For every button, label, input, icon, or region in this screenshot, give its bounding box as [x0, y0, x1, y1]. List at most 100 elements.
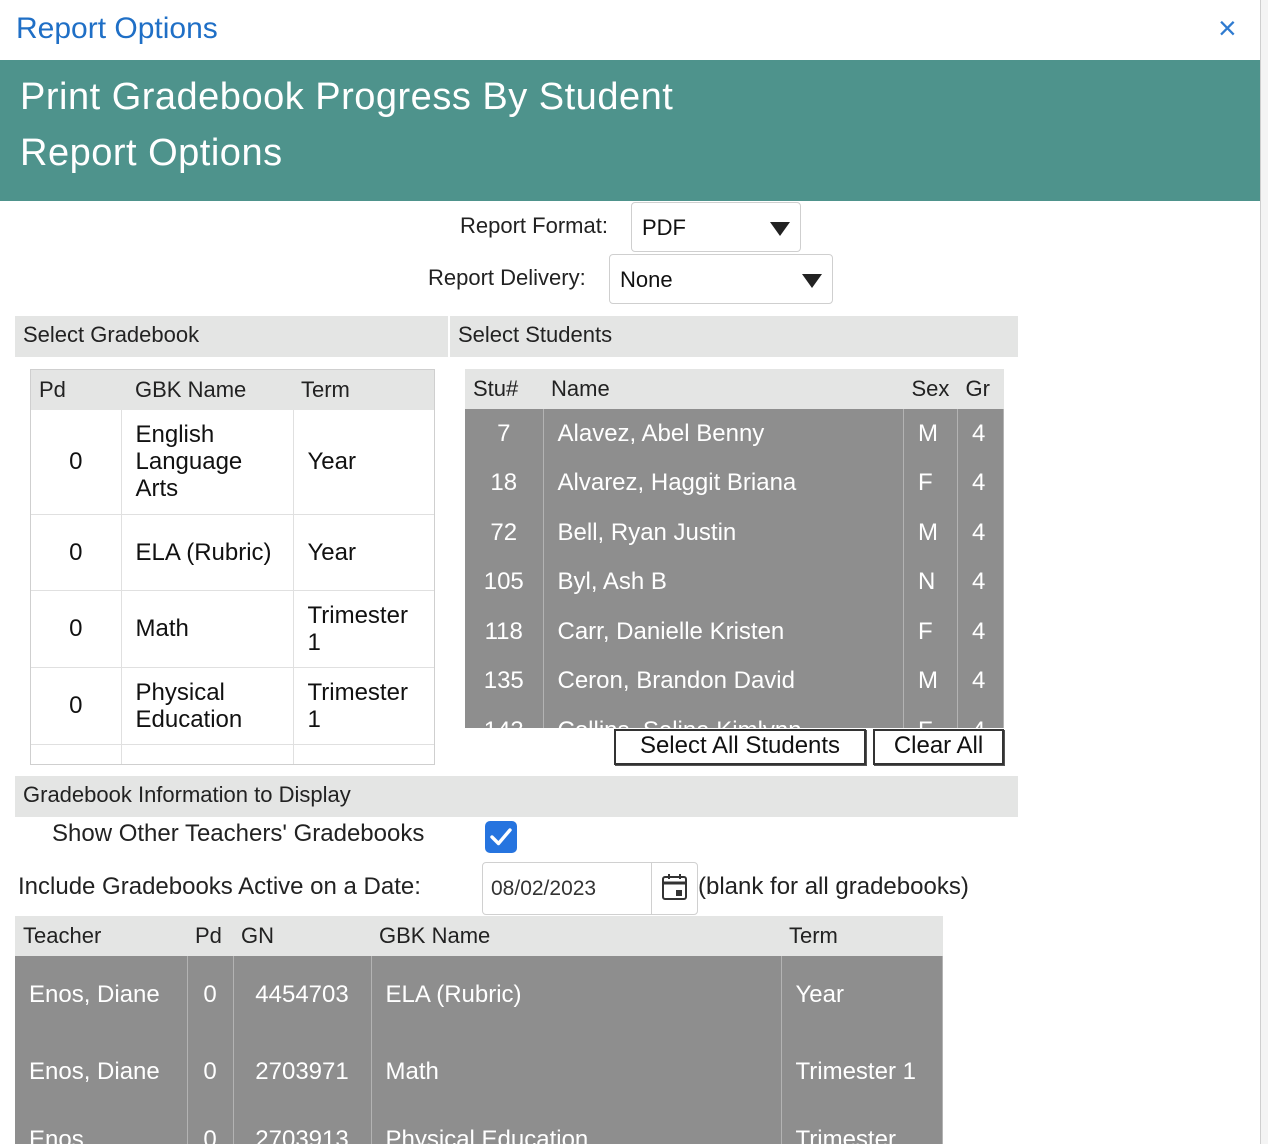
table-row[interactable]: 143 Collins, Selina Kimlynn F 4 [465, 706, 1004, 728]
cell-sex: F [903, 458, 958, 508]
col-term[interactable]: Term [781, 916, 943, 956]
teacher-gradebooks-table: Teacher Pd GN GBK Name Term Enos, Diane … [15, 916, 943, 1144]
close-icon[interactable]: × [1218, 10, 1237, 46]
cell-term: Trimester 1 [781, 1033, 943, 1109]
cell-pd: 0 [31, 667, 122, 745]
banner-title: Print Gradebook Progress By Student [20, 76, 674, 118]
col-gr[interactable]: Gr [957, 369, 1004, 409]
cell-sex: M [903, 409, 958, 459]
cell-gr: 4 [957, 607, 1004, 657]
table-row[interactable]: Enos, Diane 0 2703971 Math Trimester 1 [15, 1033, 943, 1109]
report-format-label: Report Format: [460, 213, 608, 238]
cell-gr: 4 [957, 409, 1004, 459]
background-page-edge [1260, 0, 1268, 1144]
table-row[interactable]: 0 English Language Arts Year [31, 410, 434, 515]
cell-term: Trimester [293, 744, 434, 764]
cell-teacher: Enos, [15, 1109, 188, 1144]
cell-name: Alavez, Abel Benny [543, 409, 904, 459]
cell-pd: 0 [187, 956, 234, 1033]
cell-gbk-name: English Language Arts [121, 410, 294, 515]
active-date-label: Include Gradebooks Active on a Date: [18, 873, 421, 900]
cell-teacher: Enos, Diane [15, 1033, 188, 1109]
calendar-button[interactable] [651, 863, 698, 914]
col-gn[interactable]: GN [233, 916, 371, 956]
report-delivery-select[interactable]: None [609, 254, 833, 304]
students-table: Stu# Name Sex Gr 7 Alavez, Abel Benny M … [465, 369, 1004, 728]
table-row[interactable]: 72 Bell, Ryan Justin M 4 [465, 508, 1004, 558]
report-banner: Print Gradebook Progress By Student Repo… [0, 60, 1260, 201]
cell-pd: 0 [31, 410, 122, 515]
cell-gr: 4 [957, 557, 1004, 607]
teacher-gradebooks-wrap[interactable]: Teacher Pd GN GBK Name Term Enos, Diane … [15, 916, 943, 1144]
show-other-checkbox[interactable] [485, 821, 517, 853]
cell-sex: F [903, 706, 958, 728]
table-row[interactable]: 0 Physical Education Trimester 1 [31, 667, 434, 745]
gradebook-table: Pd GBK Name Term 0 English Language Arts… [31, 370, 434, 764]
col-stu-num[interactable]: Stu# [465, 369, 543, 409]
col-pd[interactable]: Pd [31, 370, 121, 410]
cell-gr: 4 [957, 706, 1004, 728]
cell-teacher: Enos, Diane [15, 956, 188, 1033]
cell-pd: 0 [187, 1033, 234, 1109]
cell-term: Trimester [781, 1109, 943, 1144]
cell-sex: N [903, 557, 958, 607]
table-row[interactable]: 105 Byl, Ash B N 4 [465, 557, 1004, 607]
cell-gr: 4 [957, 508, 1004, 558]
table-row[interactable]: 135 Ceron, Brandon David M 4 [465, 656, 1004, 706]
table-row[interactable]: 118 Carr, Danielle Kristen F 4 [465, 607, 1004, 657]
cell-gr: 4 [957, 458, 1004, 508]
table-row[interactable]: 0 ELA (Rubric) Year [31, 514, 434, 591]
cell-term: Year [293, 410, 434, 515]
col-term[interactable]: Term [293, 370, 434, 410]
table-row[interactable]: Enos, Diane 0 4454703 ELA (Rubric) Year [15, 956, 943, 1033]
report-delivery-value: None [620, 267, 673, 292]
cell-pd: 0 [31, 514, 122, 591]
report-options-dialog: Report Options × Print Gradebook Progres… [0, 0, 1261, 1144]
col-gbk-name[interactable]: GBK Name [121, 370, 293, 410]
cell-gn: 2703913 [233, 1109, 372, 1144]
report-delivery-label: Report Delivery: [428, 265, 586, 290]
table-row[interactable]: Enos, 0 2703913 Physical Education Trime… [15, 1109, 943, 1144]
select-all-students-button[interactable]: Select All Students [614, 729, 866, 765]
students-table-wrap[interactable]: Stu# Name Sex Gr 7 Alavez, Abel Benny M … [465, 369, 1004, 728]
gradebook-info-header: Gradebook Information to Display [15, 776, 1018, 817]
banner-subtitle: Report Options [20, 132, 283, 174]
cell-gr: 4 [957, 656, 1004, 706]
cell-gbk-name: ELA (Rubric) [121, 514, 294, 591]
chevron-down-icon [802, 274, 822, 288]
cell-stu-num: 135 [465, 656, 544, 706]
cell-pd [31, 744, 122, 764]
table-row[interactable]: 0 Math Trimester 1 [31, 590, 434, 668]
cell-sex: M [903, 508, 958, 558]
dialog-title: Report Options [16, 12, 218, 45]
cell-gbk-name: Math [371, 1033, 782, 1109]
active-date-input[interactable]: 08/02/2023 [482, 862, 698, 915]
cell-term: Year [781, 956, 943, 1033]
col-teacher[interactable]: Teacher [15, 916, 187, 956]
active-date-hint: (blank for all gradebooks) [698, 873, 969, 900]
cell-name: Carr, Danielle Kristen [543, 607, 904, 657]
table-row[interactable]: 18 Alvarez, Haggit Briana F 4 [465, 458, 1004, 508]
cell-name: Ceron, Brandon David [543, 656, 904, 706]
report-format-select[interactable]: PDF [631, 202, 801, 252]
cell-gbk-name: Social [121, 744, 294, 764]
gradebook-table-wrap[interactable]: Pd GBK Name Term 0 English Language Arts… [30, 369, 435, 765]
col-name[interactable]: Name [543, 369, 904, 409]
cell-pd: 0 [31, 590, 122, 668]
col-sex[interactable]: Sex [903, 369, 958, 409]
col-gbk-name[interactable]: GBK Name [371, 916, 781, 956]
select-students-header: Select Students [450, 316, 1018, 357]
select-gradebook-header: Select Gradebook [15, 316, 448, 357]
cell-term: Trimester 1 [293, 590, 434, 668]
dialog-titlebar: Report Options × [0, 0, 1260, 61]
cell-stu-num: 7 [465, 409, 544, 459]
checkmark-icon [490, 828, 512, 846]
table-row[interactable]: 7 Alavez, Abel Benny M 4 [465, 409, 1004, 459]
cell-stu-num: 72 [465, 508, 544, 558]
col-pd[interactable]: Pd [187, 916, 233, 956]
cell-stu-num: 143 [465, 706, 544, 728]
table-row[interactable]: Social Trimester [31, 744, 434, 764]
cell-name: Alvarez, Haggit Briana [543, 458, 904, 508]
clear-all-button[interactable]: Clear All [873, 729, 1004, 765]
cell-name: Byl, Ash B [543, 557, 904, 607]
